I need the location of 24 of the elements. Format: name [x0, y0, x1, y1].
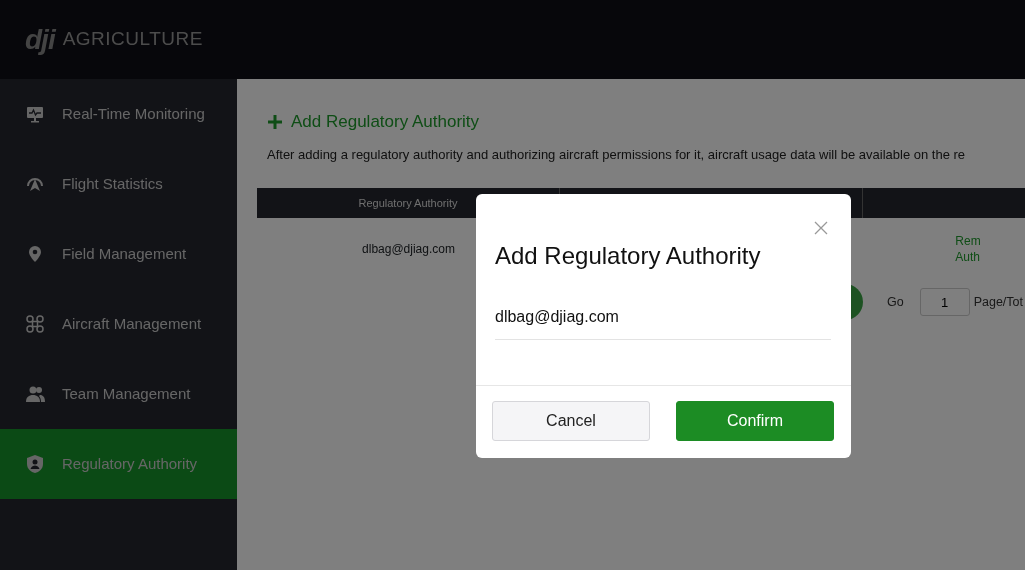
page-label: Page/Tot [973, 293, 1023, 311]
people-icon [25, 384, 45, 404]
column-header: Regulatory Authority [358, 196, 458, 211]
table-cell-text: dlbag@djiag.com [362, 241, 455, 259]
add-authority-link[interactable]: Add Regulatory Authority [267, 109, 480, 135]
remove-link[interactable]: Rem Auth [955, 233, 981, 266]
sidebar-item[interactable]: Real-Time Monitoring [0, 79, 237, 149]
cancel-button[interactable]: Cancel [492, 400, 650, 441]
plus-icon [267, 113, 283, 130]
go-label: Go [886, 293, 904, 311]
sidebar-item[interactable]: Team Management [0, 359, 237, 429]
description-text: After adding a regulatory authority and authorizing aircraft permissions for it, aircraft usage data will be available on the re [267, 145, 967, 164]
logo: dji [25, 22, 55, 57]
confirm-button[interactable]: Confirm [676, 400, 834, 441]
sidebar-item[interactable]: Regulatory Authority [0, 429, 237, 499]
sidebar-item[interactable]: Aircraft Management [0, 289, 237, 359]
product-name: AGRICULTURE [62, 27, 203, 52]
dialog-title: Add Regulatory Authority [495, 242, 761, 271]
page-input[interactable]: 1 [919, 288, 970, 317]
drone-icon [25, 314, 45, 334]
shield-icon [25, 454, 45, 474]
sidebar-item[interactable]: Field Management [0, 219, 237, 289]
monitor-icon [25, 104, 45, 124]
sidebar-item[interactable]: Flight Statistics [0, 149, 237, 219]
